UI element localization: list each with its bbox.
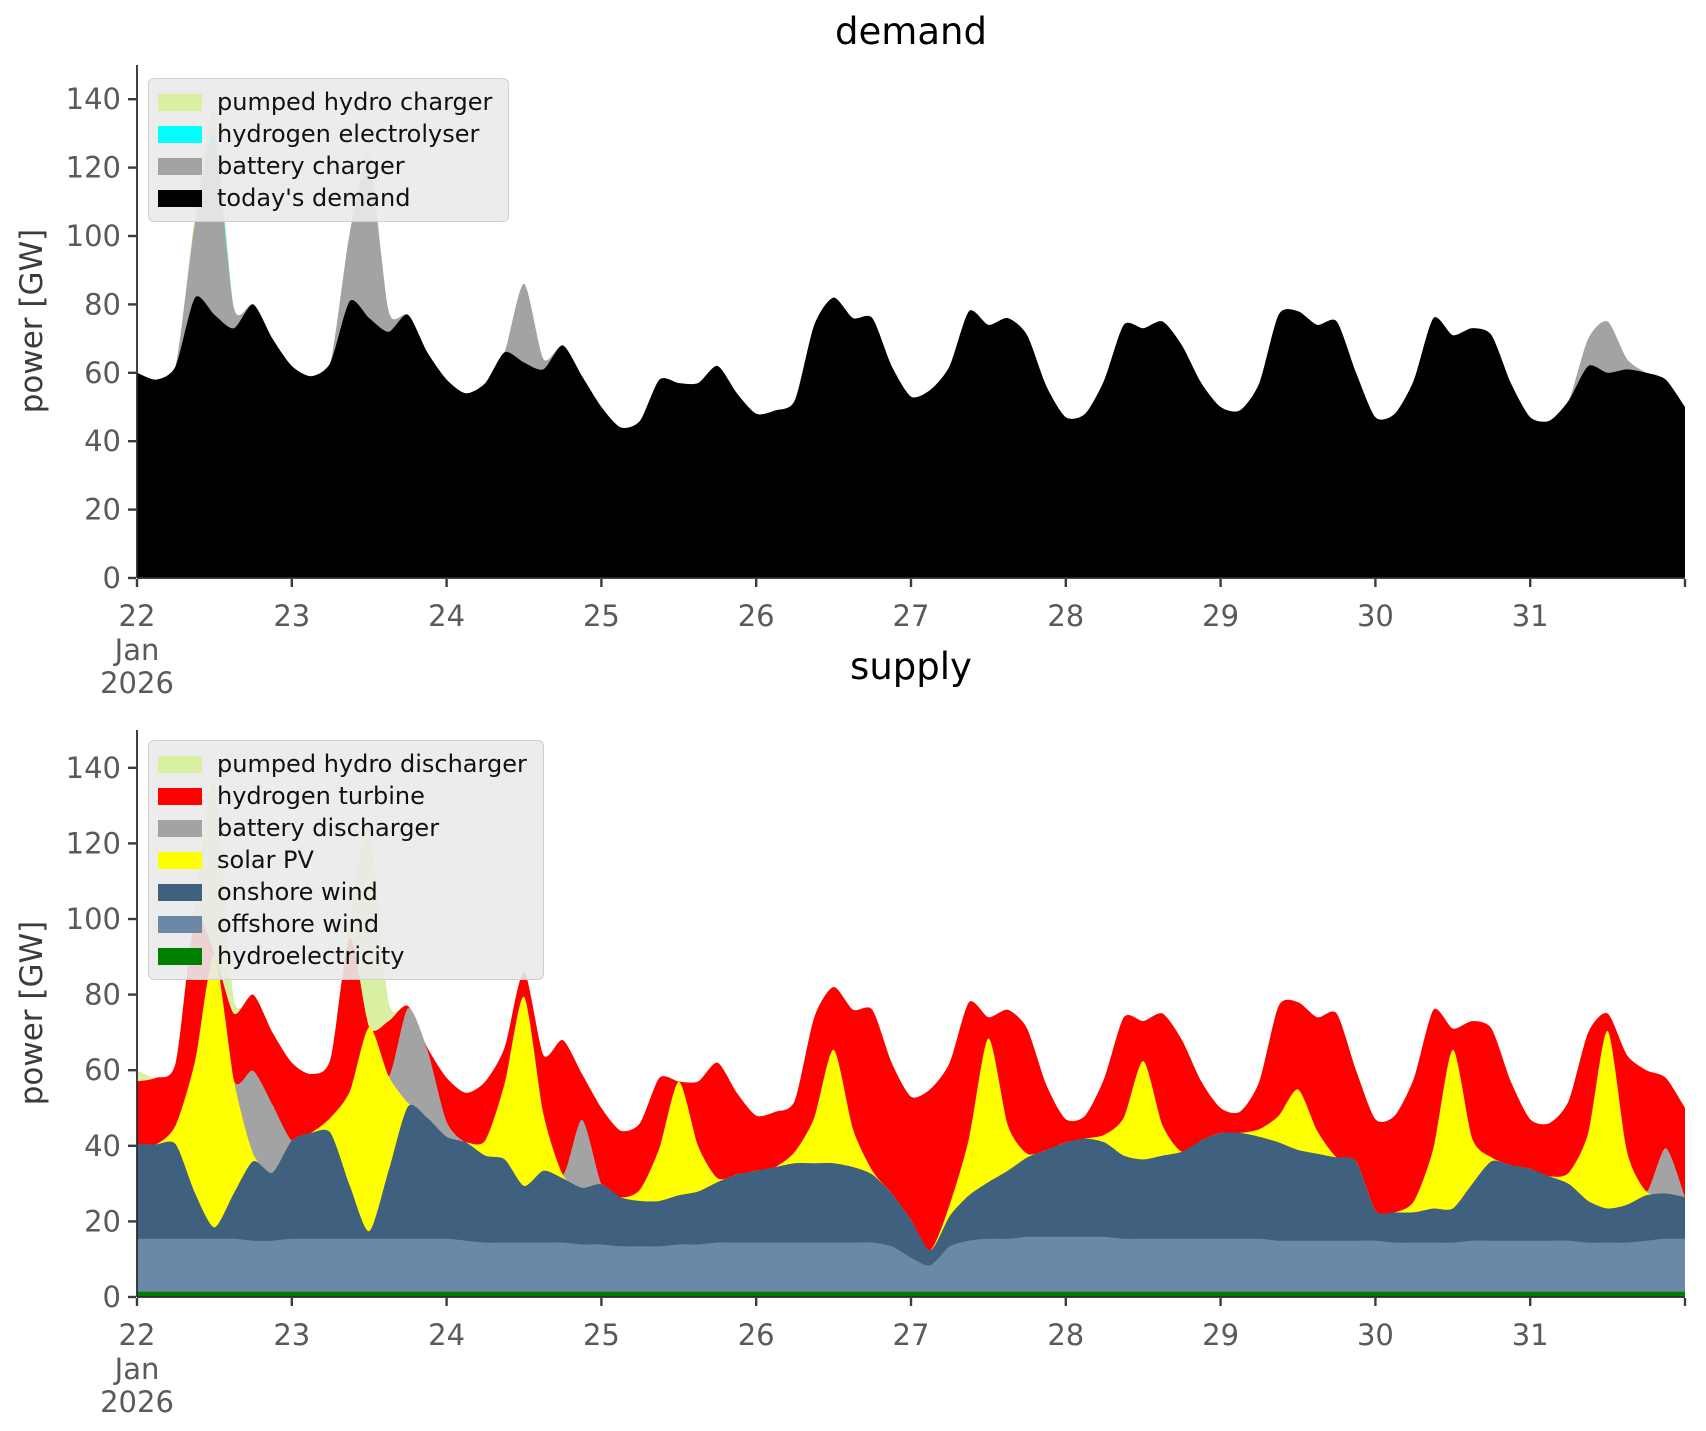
x-tick-label: 30 <box>1357 1318 1394 1352</box>
legend-label: pumped hydro discharger <box>217 750 527 778</box>
legend-label: pumped hydro charger <box>217 88 493 116</box>
legend-label: solar PV <box>217 846 314 874</box>
y-tick-label: 100 <box>66 219 121 253</box>
legend-item-pumped-hydro-discharger: pumped hydro discharger <box>158 748 527 780</box>
x-tick-label: 29 <box>1202 1318 1239 1352</box>
x-tick-label: 27 <box>893 1318 930 1352</box>
today-s-demand-swatch <box>158 189 202 207</box>
x-tick-label: 31 <box>1512 599 1549 633</box>
y-tick-label: 20 <box>84 493 121 527</box>
supply-legend: pumped hydro discharger hydrogen turbine b… <box>148 740 544 980</box>
x-tick-label: 29 <box>1202 599 1239 633</box>
x-tick-label: 27 <box>893 599 930 633</box>
hydrogen-turbine-swatch <box>158 787 202 805</box>
demand-legend: pumped hydro charger hydrogen electrolyse… <box>148 78 510 222</box>
y-tick-label: 120 <box>66 826 121 860</box>
legend-item-hydrogen-turbine: hydrogen turbine <box>158 780 527 812</box>
legend-item-today-s-demand: today's demand <box>158 182 492 214</box>
x-tick-label: 24 <box>428 1318 465 1352</box>
hydroelectricity-swatch <box>158 947 202 965</box>
x-tick-label: 24 <box>428 599 465 633</box>
legend-item-solar-pv: solar PV <box>158 844 527 876</box>
y-tick-label: 120 <box>66 151 121 185</box>
y-tick-label: 60 <box>84 1053 121 1087</box>
y-tick-label: 40 <box>84 1129 121 1163</box>
onshore-wind-swatch <box>158 883 202 901</box>
legend-label: offshore wind <box>217 910 380 938</box>
solar-pv-swatch <box>158 851 202 869</box>
y-tick-label: 60 <box>84 356 121 390</box>
legend-label: battery charger <box>217 152 405 180</box>
x-tick-label: 26 <box>738 599 775 633</box>
x-axis-month-label: Jan <box>113 1352 160 1386</box>
x-tick-label: 28 <box>1047 1318 1084 1352</box>
supply-y-axis-label: power [GW] <box>14 920 50 1106</box>
x-tick-label: 31 <box>1512 1318 1549 1352</box>
today-s-demand-area <box>137 296 1685 578</box>
legend-item-battery-discharger: battery discharger <box>158 812 527 844</box>
battery-charger-swatch <box>158 157 202 175</box>
x-tick-label: 22 <box>119 599 156 633</box>
x-tick-label: 25 <box>583 599 620 633</box>
legend-item-offshore-wind: offshore wind <box>158 908 527 940</box>
y-tick-label: 80 <box>84 287 121 321</box>
y-tick-label: 0 <box>103 1280 121 1314</box>
demand-y-axis-label: power [GW] <box>14 228 50 414</box>
legend-label: hydroelectricity <box>217 942 405 970</box>
y-tick-label: 40 <box>84 424 121 458</box>
y-tick-label: 140 <box>66 751 121 785</box>
pumped-hydro-charger-swatch <box>158 93 202 111</box>
hydrogen-electrolyser-swatch <box>158 125 202 143</box>
legend-item-pumped-hydro-charger: pumped hydro charger <box>158 86 492 118</box>
legend-label: battery discharger <box>217 814 440 842</box>
y-tick-label: 140 <box>66 82 121 116</box>
demand-chart-title: demand <box>835 10 987 53</box>
legend-label: today's demand <box>217 184 411 212</box>
legend-label: hydrogen turbine <box>217 782 425 810</box>
x-tick-label: 26 <box>738 1318 775 1352</box>
legend-label: hydrogen electrolyser <box>217 120 480 148</box>
x-tick-label: 23 <box>273 1318 310 1352</box>
legend-item-battery-charger: battery charger <box>158 150 492 182</box>
pumped-hydro-discharger-swatch <box>158 755 202 773</box>
x-axis-year-label: 2026 <box>100 1385 174 1419</box>
x-tick-label: 25 <box>583 1318 620 1352</box>
y-tick-label: 80 <box>84 978 121 1012</box>
legend-item-onshore-wind: onshore wind <box>158 876 527 908</box>
figure: 0 20 40 60 80 100 120 140 22 Jan 2026 23 24 25 26 27 28 2… <box>0 0 1706 1431</box>
offshore-wind-swatch <box>158 915 202 933</box>
y-tick-label: 20 <box>84 1204 121 1238</box>
x-tick-label: 22 <box>119 1318 156 1352</box>
legend-label: onshore wind <box>217 878 378 906</box>
supply-chart-title: supply <box>850 645 972 688</box>
x-tick-label: 28 <box>1047 599 1084 633</box>
y-tick-label: 100 <box>66 902 121 936</box>
x-tick-label: 30 <box>1357 599 1394 633</box>
x-tick-label: 23 <box>273 599 310 633</box>
legend-item-hydroelectricity: hydroelectricity <box>158 940 527 972</box>
battery-discharger-swatch <box>158 819 202 837</box>
legend-item-hydrogen-electrolyser: hydrogen electrolyser <box>158 118 492 150</box>
y-tick-label: 0 <box>103 561 121 595</box>
